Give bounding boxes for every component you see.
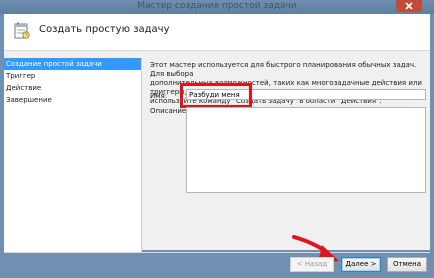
description-field[interactable]: [186, 107, 426, 193]
back-button[interactable]: < Назад: [290, 257, 334, 272]
step-trigger[interactable]: Триггер: [4, 70, 141, 82]
next-button[interactable]: Далее >: [341, 257, 381, 272]
cancel-button[interactable]: Отмена: [387, 257, 427, 272]
step-action[interactable]: Действие: [4, 82, 141, 94]
step-finish[interactable]: Завершение: [4, 94, 141, 106]
window-titlebar: Мастер создания простой задачи: [0, 0, 434, 14]
name-label: Имя:: [150, 92, 168, 100]
window-title: Мастер создания простой задачи: [137, 1, 297, 11]
name-highlight-frame: [180, 83, 252, 108]
close-button[interactable]: [396, 0, 422, 12]
close-icon: [405, 2, 413, 10]
step-create-task[interactable]: Создание простой задачи: [4, 58, 141, 70]
wizard-header: Создать простую задачу: [4, 14, 430, 51]
description-label: Описание:: [150, 107, 189, 115]
description-line-1: Этот мастер используется для быстрого пл…: [150, 61, 417, 78]
task-scheduler-icon: [14, 22, 30, 39]
page-title: Создать простую задачу: [39, 24, 170, 35]
wizard-steps: Создание простой задачи Триггер Действие…: [4, 58, 142, 253]
footer-divider: [4, 252, 430, 253]
